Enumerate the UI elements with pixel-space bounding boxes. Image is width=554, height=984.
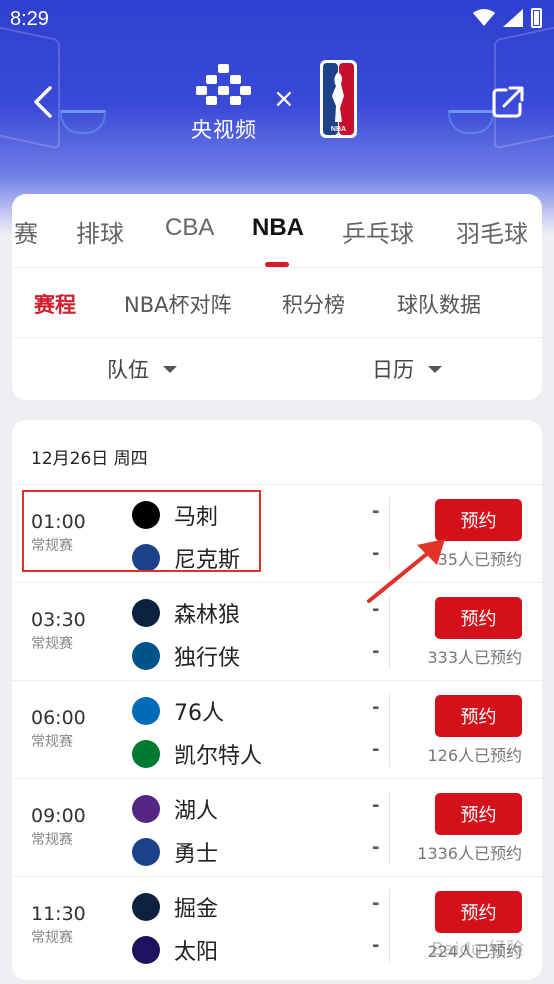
game-time: 11:30 xyxy=(31,903,86,925)
tab-volleyball[interactable]: 排球 xyxy=(76,214,124,249)
reserve-button[interactable]: 预约 xyxy=(435,891,522,933)
team-logo-icon xyxy=(132,740,160,768)
subtab-standings[interactable]: 积分榜 xyxy=(282,289,345,319)
status-bar: 8:29 xyxy=(0,0,554,38)
team-home[interactable]: 湖人 xyxy=(132,793,218,825)
game-row[interactable]: 03:30 常规赛 森林狼 独行侠 - - 预约 333人已预约 xyxy=(12,582,542,680)
team-logo-icon xyxy=(132,893,160,921)
team-name: 76人 xyxy=(174,701,224,726)
wifi-icon xyxy=(473,9,495,26)
home-score: - xyxy=(372,893,380,914)
reserve-button[interactable]: 预约 xyxy=(435,695,522,737)
sport-tabs: 赛 排球 CBA NBA 乒乓球 羽毛球 xyxy=(12,194,542,268)
home-score: - xyxy=(372,795,380,816)
team-away[interactable]: 勇士 xyxy=(132,836,218,868)
game-type: 常规赛 xyxy=(31,832,73,848)
share-icon[interactable] xyxy=(490,84,526,120)
away-score: - xyxy=(372,739,380,760)
tab-nba[interactable]: NBA xyxy=(252,214,304,242)
team-logo-icon xyxy=(132,599,160,627)
divider xyxy=(389,889,390,963)
reserve-count: 1336人已预约 xyxy=(417,844,522,863)
net-right-decor xyxy=(448,110,494,134)
divider xyxy=(389,693,390,767)
tab-cba[interactable]: CBA xyxy=(165,214,214,242)
team-name: 湖人 xyxy=(174,799,219,824)
sub-tabs: 赛程 NBA杯对阵 积分榜 球队数据 xyxy=(12,268,542,338)
team-name: 勇士 xyxy=(174,842,219,867)
team-name: 森林狼 xyxy=(174,603,241,628)
team-logo-icon xyxy=(132,795,160,823)
team-filter[interactable]: 队伍 xyxy=(107,354,177,384)
tab-partial-left[interactable]: 赛 xyxy=(14,214,38,249)
team-logo-icon xyxy=(132,838,160,866)
subtab-schedule[interactable]: 赛程 xyxy=(34,289,76,319)
game-time: 09:00 xyxy=(31,805,86,827)
back-icon[interactable] xyxy=(28,82,60,122)
team-name: 太阳 xyxy=(174,940,219,965)
team-away[interactable]: 太阳 xyxy=(132,934,218,966)
reserve-count: 126人已预约 xyxy=(427,746,522,765)
team-logo-icon xyxy=(132,642,160,670)
team-name: 独行侠 xyxy=(174,646,241,671)
team-logo-icon xyxy=(132,697,160,725)
chevron-down-icon xyxy=(428,365,442,373)
cctv-logo-icon xyxy=(196,64,251,105)
home-score: - xyxy=(372,697,380,718)
chevron-down-icon xyxy=(163,365,177,373)
arrow-annotation xyxy=(367,539,445,603)
tab-table-tennis[interactable]: 乒乓球 xyxy=(342,214,414,249)
reserve-button[interactable]: 预约 xyxy=(435,793,522,835)
game-type: 常规赛 xyxy=(31,930,73,946)
times-sign: × xyxy=(273,84,295,114)
signal-icon xyxy=(503,9,523,27)
team-away[interactable]: 凯尔特人 xyxy=(132,738,262,770)
calendar-filter[interactable]: 日历 xyxy=(372,354,442,384)
away-score: - xyxy=(372,837,380,858)
schedule-card: 12月26日 周四 01:00 常规赛 马刺 尼克斯 - - 预约 35人已预约 03:30 常规… xyxy=(12,420,542,980)
away-score: - xyxy=(372,935,380,956)
filter-bar: 队伍 日历 xyxy=(12,338,542,400)
status-icons xyxy=(473,8,542,28)
team-logo-icon xyxy=(132,936,160,964)
calendar-filter-label: 日历 xyxy=(372,358,414,382)
watermark: Baidu 经验 xyxy=(431,939,524,960)
game-row[interactable]: 06:00 常规赛 76人凯尔特人 - - 预约 126人已预约 xyxy=(12,680,542,778)
game-row[interactable]: 09:00 常规赛 湖人勇士 - - 预约 1336人已预约 xyxy=(12,778,542,876)
home-score: - xyxy=(372,501,380,522)
cctv-video-brand: 央视频 xyxy=(186,62,262,142)
brand-name: 央视频 xyxy=(191,118,257,142)
team-home[interactable]: 森林狼 xyxy=(132,597,240,629)
subtab-team-stats[interactable]: 球队数据 xyxy=(397,289,481,319)
status-time: 8:29 xyxy=(10,8,49,30)
game-type: 常规赛 xyxy=(31,636,73,652)
tab-badminton[interactable]: 羽毛球 xyxy=(456,214,528,249)
game-time: 03:30 xyxy=(31,609,86,631)
battery-icon xyxy=(531,8,542,28)
date-header: 12月26日 周四 xyxy=(31,449,148,469)
active-tab-indicator xyxy=(265,262,289,267)
team-away[interactable]: 独行侠 xyxy=(132,640,240,672)
game-type: 常规赛 xyxy=(31,734,73,750)
team-home[interactable]: 76人 xyxy=(132,695,224,727)
nba-logo-text: NBA xyxy=(331,126,346,133)
divider xyxy=(389,791,390,865)
team-filter-label: 队伍 xyxy=(107,358,149,382)
net-left-decor xyxy=(60,110,106,134)
team-name: 掘金 xyxy=(174,897,219,922)
subtab-nba-cup[interactable]: NBA杯对阵 xyxy=(124,289,231,319)
category-card: 赛 排球 CBA NBA 乒乓球 羽毛球 赛程 NBA杯对阵 积分榜 球队数据 … xyxy=(12,194,542,400)
game-time: 06:00 xyxy=(31,707,86,729)
reserve-count: 333人已预约 xyxy=(427,648,522,667)
team-home[interactable]: 掘金 xyxy=(132,891,218,923)
away-score: - xyxy=(372,641,380,662)
highlight-annotation xyxy=(22,490,261,572)
team-name: 凯尔特人 xyxy=(174,744,263,769)
nba-logo-icon: NBA xyxy=(320,60,357,138)
